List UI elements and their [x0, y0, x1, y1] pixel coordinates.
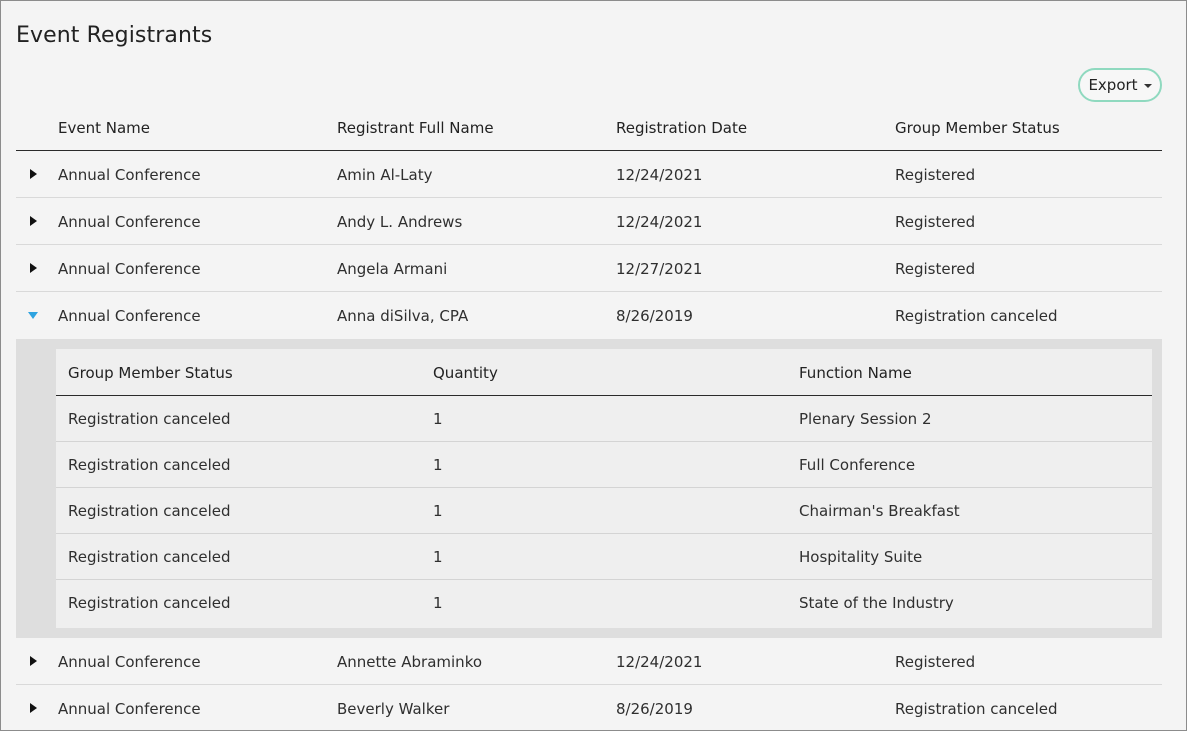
- member-status-cell: Registered: [895, 260, 976, 278]
- row-detail-panel: Group Member Status Quantity Function Na…: [16, 339, 1162, 638]
- sub-status-cell: Registration canceled: [68, 594, 231, 612]
- functions-subtable: Group Member Status Quantity Function Na…: [56, 349, 1152, 628]
- caret-down-icon: [28, 312, 38, 319]
- chevron-down-icon: [1143, 84, 1152, 88]
- export-label: Export: [1088, 76, 1138, 94]
- sub-quantity-cell: 1: [433, 502, 443, 520]
- registrant-name-cell: Amin Al-Laty: [337, 166, 433, 184]
- sub-function-cell: State of the Industry: [799, 594, 954, 612]
- sub-function-cell: Full Conference: [799, 456, 916, 474]
- registrants-table: Event Name Registrant Full Name Registra…: [16, 105, 1162, 730]
- event-registrants-panel: Event Registrants Export Event Name Regi…: [0, 0, 1187, 731]
- subcolumn-header-function-name[interactable]: Function Name: [799, 364, 912, 382]
- sub-status-cell: Registration canceled: [68, 410, 231, 428]
- registrant-name-cell: Beverly Walker: [337, 700, 450, 718]
- expand-row-toggle[interactable]: [26, 701, 40, 715]
- table-row[interactable]: Annual Conference Annette Abraminko 12/2…: [16, 638, 1162, 685]
- event-name-cell: Annual Conference: [58, 307, 201, 325]
- table-row[interactable]: Annual Conference Beverly Walker 8/26/20…: [16, 685, 1162, 730]
- member-status-cell: Registration canceled: [895, 700, 1058, 718]
- expand-row-toggle[interactable]: [26, 167, 40, 181]
- caret-right-icon: [30, 703, 37, 713]
- caret-right-icon: [30, 263, 37, 273]
- subtable-row: Registration canceled 1 Chairman's Break…: [56, 488, 1152, 534]
- member-status-cell: Registered: [895, 166, 976, 184]
- column-header-registrant-full-name[interactable]: Registrant Full Name: [337, 119, 494, 137]
- registration-date-cell: 12/27/2021: [616, 260, 703, 278]
- expand-row-toggle[interactable]: [26, 654, 40, 668]
- sub-status-cell: Registration canceled: [68, 502, 231, 520]
- sub-status-cell: Registration canceled: [68, 456, 231, 474]
- sub-quantity-cell: 1: [433, 410, 443, 428]
- sub-quantity-cell: 1: [433, 548, 443, 566]
- subtable-row: Registration canceled 1 Full Conference: [56, 442, 1152, 488]
- table-row-expanded[interactable]: Annual Conference Anna diSilva, CPA 8/26…: [16, 292, 1162, 339]
- sub-quantity-cell: 1: [433, 456, 443, 474]
- event-name-cell: Annual Conference: [58, 166, 201, 184]
- sub-function-cell: Chairman's Breakfast: [799, 502, 960, 520]
- caret-right-icon: [30, 216, 37, 226]
- subtable-header: Group Member Status Quantity Function Na…: [56, 349, 1152, 396]
- expand-row-toggle[interactable]: [26, 261, 40, 275]
- subtable-row: Registration canceled 1 State of the Ind…: [56, 580, 1152, 626]
- caret-right-icon: [30, 169, 37, 179]
- registrant-name-cell: Angela Armani: [337, 260, 448, 278]
- event-name-cell: Annual Conference: [58, 653, 201, 671]
- registration-date-cell: 8/26/2019: [616, 307, 693, 325]
- column-header-event-name[interactable]: Event Name: [58, 119, 150, 137]
- sub-function-cell: Plenary Session 2: [799, 410, 932, 428]
- caret-right-icon: [30, 656, 37, 666]
- expand-row-toggle[interactable]: [26, 214, 40, 228]
- table-header: Event Name Registrant Full Name Registra…: [16, 105, 1162, 151]
- registrant-name-cell: Anna diSilva, CPA: [337, 307, 469, 325]
- member-status-cell: Registered: [895, 213, 976, 231]
- member-status-cell: Registered: [895, 653, 976, 671]
- sub-status-cell: Registration canceled: [68, 548, 231, 566]
- table-row[interactable]: Annual Conference Amin Al-Laty 12/24/202…: [16, 151, 1162, 198]
- event-name-cell: Annual Conference: [58, 213, 201, 231]
- subtable-row: Registration canceled 1 Hospitality Suit…: [56, 534, 1152, 580]
- table-row[interactable]: Annual Conference Angela Armani 12/27/20…: [16, 245, 1162, 292]
- subcolumn-header-quantity[interactable]: Quantity: [433, 364, 498, 382]
- event-name-cell: Annual Conference: [58, 700, 201, 718]
- column-header-group-member-status[interactable]: Group Member Status: [895, 119, 1060, 137]
- page-title: Event Registrants: [16, 23, 213, 48]
- registrant-name-cell: Annette Abraminko: [337, 653, 483, 671]
- registration-date-cell: 8/26/2019: [616, 700, 693, 718]
- column-header-registration-date[interactable]: Registration Date: [616, 119, 747, 137]
- table-row[interactable]: Annual Conference Andy L. Andrews 12/24/…: [16, 198, 1162, 245]
- registration-date-cell: 12/24/2021: [616, 213, 703, 231]
- subtable-row: Registration canceled 1 Plenary Session …: [56, 396, 1152, 442]
- registration-date-cell: 12/24/2021: [616, 653, 703, 671]
- member-status-cell: Registration canceled: [895, 307, 1058, 325]
- collapse-row-toggle[interactable]: [26, 308, 40, 322]
- registrant-name-cell: Andy L. Andrews: [337, 213, 463, 231]
- event-name-cell: Annual Conference: [58, 260, 201, 278]
- sub-function-cell: Hospitality Suite: [799, 548, 923, 566]
- sub-quantity-cell: 1: [433, 594, 443, 612]
- registration-date-cell: 12/24/2021: [616, 166, 703, 184]
- export-button[interactable]: Export: [1078, 68, 1162, 102]
- subcolumn-header-group-member-status[interactable]: Group Member Status: [68, 364, 233, 382]
